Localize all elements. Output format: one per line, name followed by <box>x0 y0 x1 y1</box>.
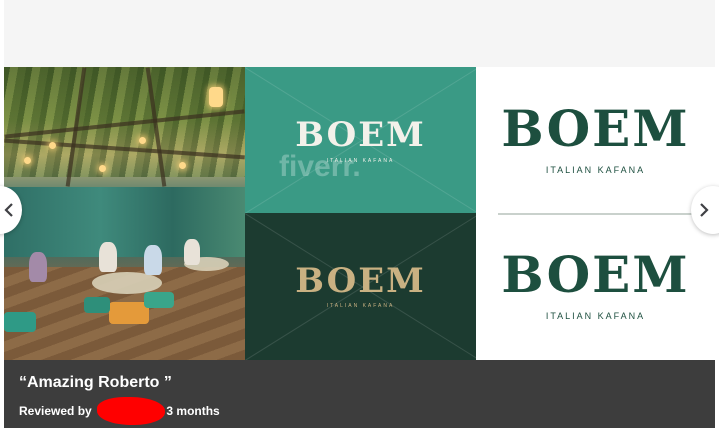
photo-chair <box>4 312 36 332</box>
photo-lamp <box>139 137 146 144</box>
logo-panel-teal: BOEM ITALIAN KAFANA fiverr. <box>245 67 476 213</box>
photo-person <box>144 245 162 275</box>
redaction-mark <box>97 397 166 425</box>
photo-person <box>29 252 47 282</box>
logo-panel-white: BOEM ITALIAN KAFANA BOEM ITALIAN KAFANA <box>476 67 715 360</box>
review-quote: “Amazing Roberto ” <box>19 374 172 391</box>
photo-wall <box>4 187 245 257</box>
review-meta: Reviewed by 3 months <box>19 397 220 426</box>
logo-panel-dark: BOEM ITALIAN KAFANA <box>245 213 476 360</box>
logo-wordmark: BOEM <box>295 115 426 155</box>
photo-chair <box>109 302 149 324</box>
photo-lamp <box>49 142 56 149</box>
fiverr-watermark: fiverr. <box>279 150 361 183</box>
photo-lamp <box>179 162 186 169</box>
chevron-left-icon <box>4 203 13 217</box>
top-strip <box>4 0 715 67</box>
logo-tagline: ITALIAN KAFANA <box>326 303 395 309</box>
photo-chair <box>144 292 174 308</box>
logo-wordmark: BOEM <box>501 99 690 158</box>
photo-lamp <box>99 165 106 172</box>
review-time: 3 months <box>166 404 220 419</box>
chevron-right-icon <box>700 203 709 217</box>
photo-table <box>92 272 162 294</box>
photo-person <box>99 242 117 272</box>
logo-tagline: ITALIAN KAFANA <box>545 311 646 321</box>
logo-wordmark: BOEM <box>295 261 426 301</box>
restaurant-photo <box>4 67 245 360</box>
photo-chair <box>84 297 110 313</box>
logo-tagline: ITALIAN KAFANA <box>545 165 646 175</box>
photo-lamp <box>24 157 31 164</box>
photo-lamp <box>209 87 223 107</box>
portfolio-gallery[interactable]: BOEM ITALIAN KAFANA fiverr. BOEM ITALIAN… <box>4 67 715 360</box>
review-caption: “Amazing Roberto ” Reviewed by 3 months <box>4 360 715 428</box>
panel-divider <box>498 213 693 215</box>
photo-person <box>184 239 200 265</box>
reviewed-by-label: Reviewed by <box>19 404 92 419</box>
logo-wordmark: BOEM <box>501 245 690 304</box>
